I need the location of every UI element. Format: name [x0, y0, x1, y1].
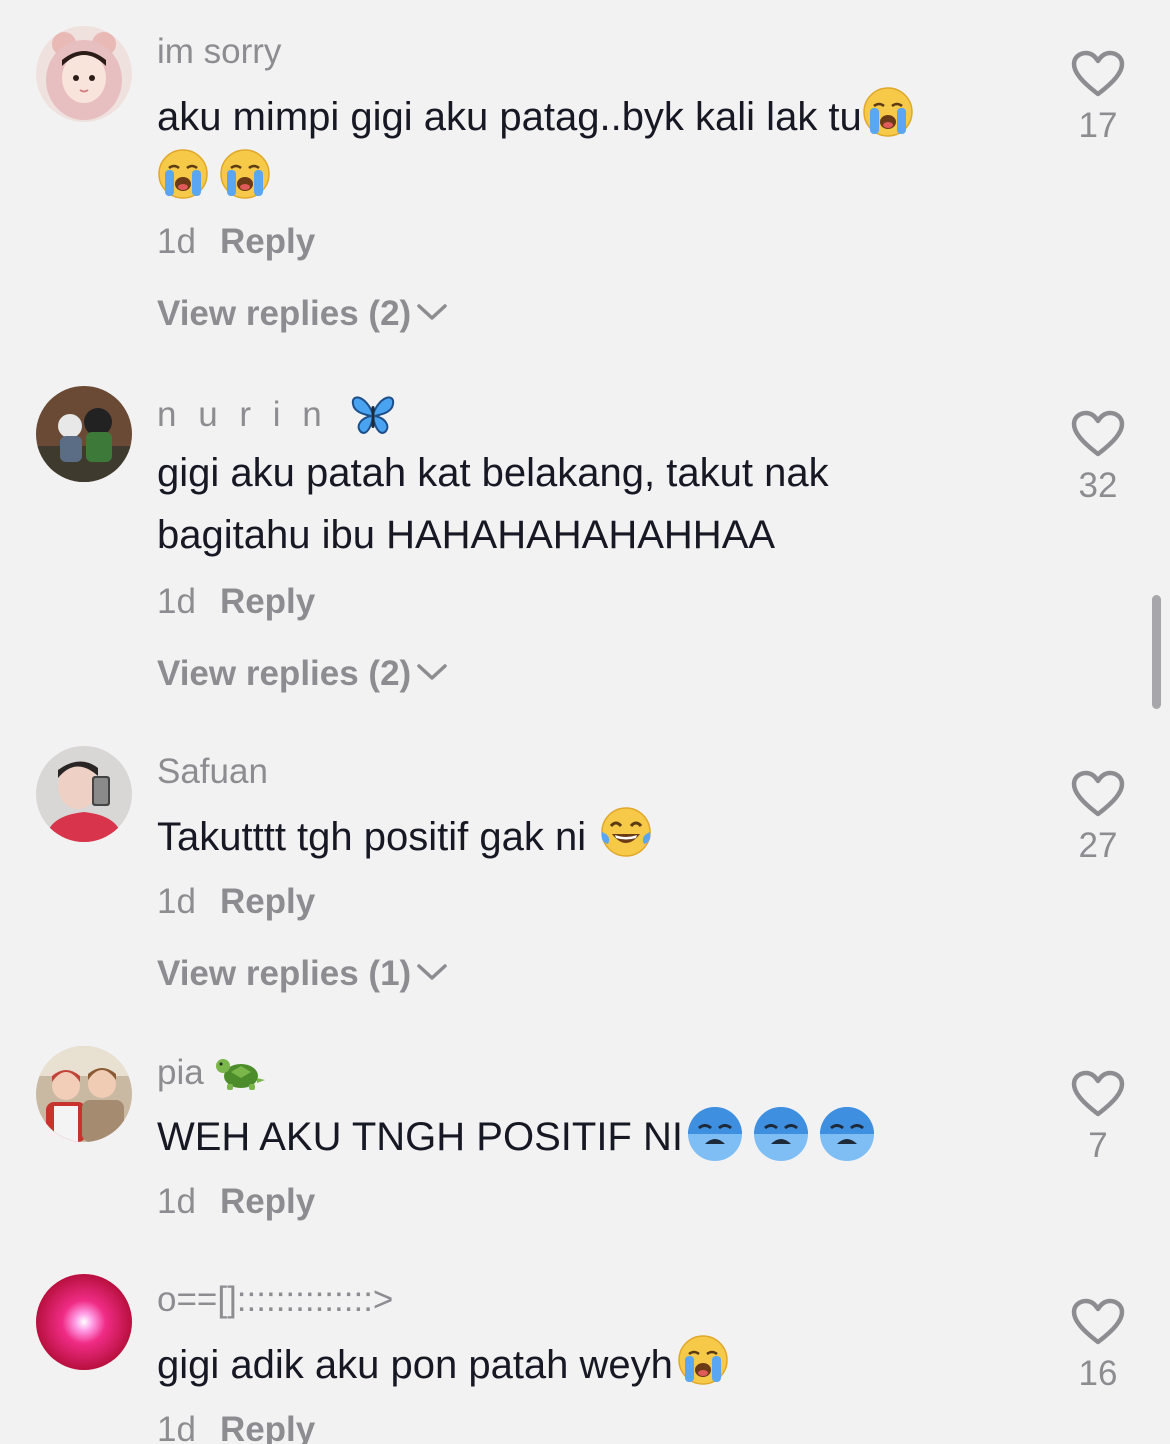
blue-crying-face-icon [817, 1104, 877, 1164]
reply-button[interactable]: Reply [220, 1182, 315, 1221]
timestamp: 1d [157, 882, 196, 921]
chevron-down-icon [415, 301, 449, 323]
chevron-down-icon [415, 961, 449, 983]
boy-selfie-avatar-icon [36, 746, 132, 842]
heart-icon [1071, 50, 1125, 98]
reply-button[interactable]: Reply [220, 222, 315, 261]
tears-of-joy-icon [600, 806, 652, 858]
avatar[interactable] [36, 26, 132, 122]
like-count: 32 [1078, 466, 1118, 505]
heart-icon [1071, 1070, 1125, 1118]
blue-crying-face-icon [751, 1104, 811, 1164]
avatar[interactable] [36, 746, 132, 842]
crying-face-icon [862, 86, 914, 138]
comment-text-line: gigi aku patah kat belakang, takut nak [157, 451, 829, 495]
turtle-icon [216, 1059, 266, 1090]
heart-icon [1071, 1298, 1125, 1346]
username[interactable]: o==[]::::::::::::::> [157, 1280, 393, 1320]
username[interactable]: n u r i n [157, 392, 397, 436]
timestamp: 1d [157, 222, 196, 261]
avatar[interactable] [36, 386, 132, 482]
like-count: 7 [1088, 1126, 1108, 1165]
scrollbar[interactable] [1152, 595, 1161, 709]
username[interactable]: pia [157, 1052, 267, 1093]
timestamp: 1d [157, 1182, 196, 1221]
comments-screen: im sorry aku mimpi gigi aku patag..byk k… [0, 0, 1170, 1444]
avatar[interactable] [36, 1046, 132, 1142]
comment-text: gigi adik aku pon patah weyh [157, 1334, 1027, 1396]
crying-face-icon [219, 148, 271, 200]
comment-text: aku mimpi gigi aku patag..byk kali lak t… [157, 86, 1027, 210]
comment-text-line: gigi adik aku pon patah weyh [157, 1343, 673, 1387]
comment-text-line: bagitahu ibu HAHAHAHAHAHHAA [157, 513, 776, 557]
comment-text-line: Takutttt tgh positif gak ni [157, 815, 587, 859]
like-count: 27 [1078, 826, 1118, 865]
like-button[interactable]: 17 [1062, 50, 1134, 146]
pink-light-avatar-icon [36, 1274, 132, 1370]
timestamp: 1d [157, 1410, 196, 1444]
view-replies-button[interactable]: View replies (1) [157, 954, 449, 994]
crying-face-icon [157, 148, 209, 200]
girl-avatar-icon [36, 26, 132, 122]
comment-text: WEH AKU TNGH POSITIF NI [157, 1104, 1027, 1168]
like-button[interactable]: 16 [1062, 1298, 1134, 1394]
crying-face-icon [677, 1334, 729, 1386]
timestamp: 1d [157, 582, 196, 621]
comment-meta: 1d Reply [157, 1410, 315, 1444]
view-replies-label: View replies (2) [157, 654, 412, 693]
like-count: 16 [1078, 1354, 1118, 1393]
comment-text-line: WEH AKU TNGH POSITIF NI [157, 1115, 683, 1159]
chevron-down-icon [415, 661, 449, 683]
comment-text-line: aku mimpi gigi aku patag..byk kali lak t… [157, 95, 862, 139]
reply-button[interactable]: Reply [220, 882, 315, 921]
username-label: pia [157, 1053, 204, 1092]
comment-meta: 1d Reply [157, 882, 315, 922]
heart-icon [1071, 770, 1125, 818]
like-button[interactable]: 32 [1062, 410, 1134, 506]
username[interactable]: Safuan [157, 752, 268, 792]
view-replies-label: View replies (2) [157, 294, 412, 333]
blue-crying-face-icon [685, 1104, 745, 1164]
comment-meta: 1d Reply [157, 582, 315, 622]
reply-button[interactable]: Reply [220, 582, 315, 621]
like-button[interactable]: 7 [1062, 1070, 1134, 1166]
like-button[interactable]: 27 [1062, 770, 1134, 866]
like-count: 17 [1078, 106, 1118, 145]
avatar[interactable] [36, 1274, 132, 1370]
comment-meta: 1d Reply [157, 222, 315, 262]
comment-text: gigi aku patah kat belakang, takut nak b… [157, 442, 1027, 566]
comment-text: Takutttt tgh positif gak ni [157, 806, 1027, 868]
view-replies-label: View replies (1) [157, 954, 412, 993]
two-people-avatar-icon [36, 1046, 132, 1142]
reply-button[interactable]: Reply [220, 1410, 315, 1444]
heart-icon [1071, 410, 1125, 458]
comment-meta: 1d Reply [157, 1182, 315, 1222]
butterfly-icon [352, 396, 395, 434]
view-replies-button[interactable]: View replies (2) [157, 654, 449, 694]
view-replies-button[interactable]: View replies (2) [157, 294, 449, 334]
username[interactable]: im sorry [157, 32, 281, 72]
anime-avatar-icon [36, 386, 132, 482]
username-label: n u r i n [157, 395, 328, 434]
